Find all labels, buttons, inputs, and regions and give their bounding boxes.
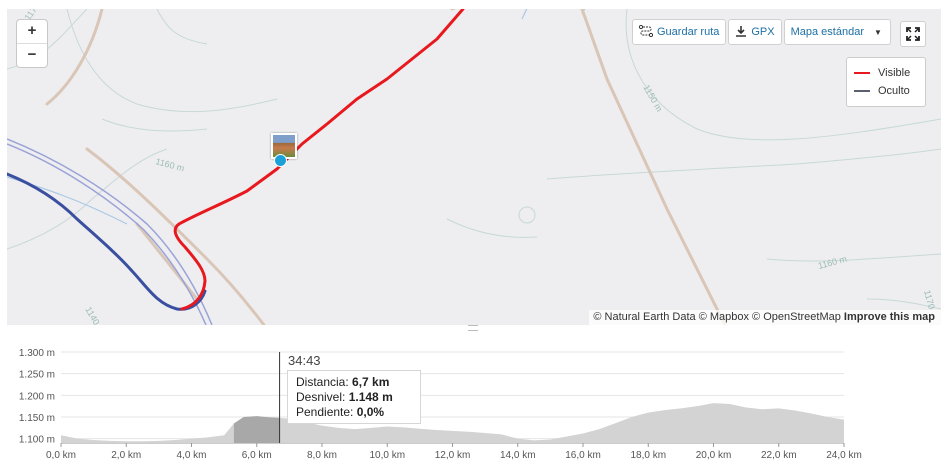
map-attribution: © Natural Earth Data © Mapbox © OpenStre… [589,310,941,325]
map-style-select[interactable]: Mapa estándar ▼ [783,19,891,45]
elevation-chart: 1.300 m 1.250 m 1.200 m 1.150 m 1.100 m 0,0 … [19,348,862,461]
zoom-control: + − [16,19,48,68]
gpx-download-button[interactable]: GPX [728,19,782,45]
tooltip-elevation-label: Desnivel: [296,390,346,404]
x-tick-label: 18,0 km [630,450,666,461]
save-route-label: Guardar ruta [657,26,720,38]
gpx-label: GPX [751,26,775,38]
caret-down-icon: ▼ [874,27,882,37]
legend-label: Oculto [878,85,910,97]
tooltip-distance-label: Distancia: [296,375,349,389]
y-tick-label: 1.300 m [19,348,55,359]
elevation-area-highlight [233,416,280,443]
hidden-track [7,172,207,311]
legend-swatch [854,90,870,92]
fullscreen-button[interactable] [900,21,926,47]
map-canvas[interactable]: 1170 m 1160 m 1150 m 1160 m 1140 1170 [7,9,941,325]
legend-label: Visible [878,67,911,79]
zoom-out-button[interactable]: − [17,44,47,67]
contour-line [546,148,941,180]
track-legend: Visible Oculto [846,57,926,107]
x-tick-label: 14,0 km [500,450,536,461]
x-tick-label: 12,0 km [435,450,471,461]
tooltip-distance-value: 6,7 km [352,375,390,389]
y-tick-label: 1.150 m [19,413,55,424]
legend-item-hidden: Oculto [854,82,925,100]
contour-label: 1150 m [641,83,664,113]
x-tick-label: 6,0 km [242,450,272,461]
elevation-area [61,403,844,443]
attribution-text: © Natural Earth Data © Mapbox © OpenStre… [593,311,841,323]
road [580,9,727,325]
tooltip-slope-label: Pendiente: [296,405,354,419]
y-tick-label: 1.200 m [19,391,55,402]
cursor-time: 34:43 [288,353,321,368]
elevation-profile[interactable]: 1.300 m 1.250 m 1.200 m 1.150 m 1.100 m 0,0 … [7,334,941,465]
contour-line [7,148,168,250]
contour-label: 1170 [922,289,937,310]
tooltip-slope: Pendiente: 0,0% [296,405,420,420]
tooltip-slope-value: 0,0% [356,405,385,419]
expand-icon [906,27,920,41]
road [45,9,104,106]
x-tick-label: 22,0 km [761,450,797,461]
y-tick-label: 1.100 m [19,435,55,446]
tooltip-distance: Distancia: 6,7 km [296,375,420,390]
x-tick-label: 16,0 km [565,450,601,461]
x-tick-label: 20,0 km [696,450,732,461]
map-view[interactable]: 1170 m 1160 m 1150 m 1160 m 1140 1170 + … [7,9,941,325]
contour-line [101,118,208,132]
x-tick-label: 4,0 km [176,450,206,461]
map-style-value: Mapa estándar [790,26,864,38]
contour-label: 1140 [83,305,101,325]
x-tick-label: 24,0 km [826,450,862,461]
improve-map-link[interactable]: Improve this map [844,311,935,323]
download-icon [735,25,747,40]
tooltip-elevation-value: 1.148 m [348,390,393,404]
save-route-button[interactable]: Guardar ruta [632,19,727,45]
contour-label: 1160 m [154,156,185,173]
legend-item-visible: Visible [854,64,925,82]
map-toolbar: Guardar ruta GPX Mapa estándar ▼ [632,19,893,45]
contour-ring [518,206,536,224]
zoom-in-button[interactable]: + [17,20,47,44]
x-tick-label: 8,0 km [307,450,337,461]
stream-line [521,9,528,20]
y-tick-label: 1.250 m [19,370,55,381]
x-tick-label: 0,0 km [46,450,76,461]
visible-track [173,9,465,311]
x-tick-label: 2,0 km [111,450,141,461]
tooltip-elevation: Desnivel: 1.148 m [296,390,420,405]
x-tick-label: 10,0 km [369,450,405,461]
position-marker [274,154,287,167]
contour-line [766,253,941,262]
legend-swatch [854,72,870,74]
resize-handle[interactable] [468,325,478,331]
contour-line [156,9,208,45]
contour-label: 1160 m [817,254,848,271]
route-icon [638,24,654,40]
profile-tooltip: Distancia: 6,7 km Desnivel: 1.148 m Pend… [287,370,421,424]
